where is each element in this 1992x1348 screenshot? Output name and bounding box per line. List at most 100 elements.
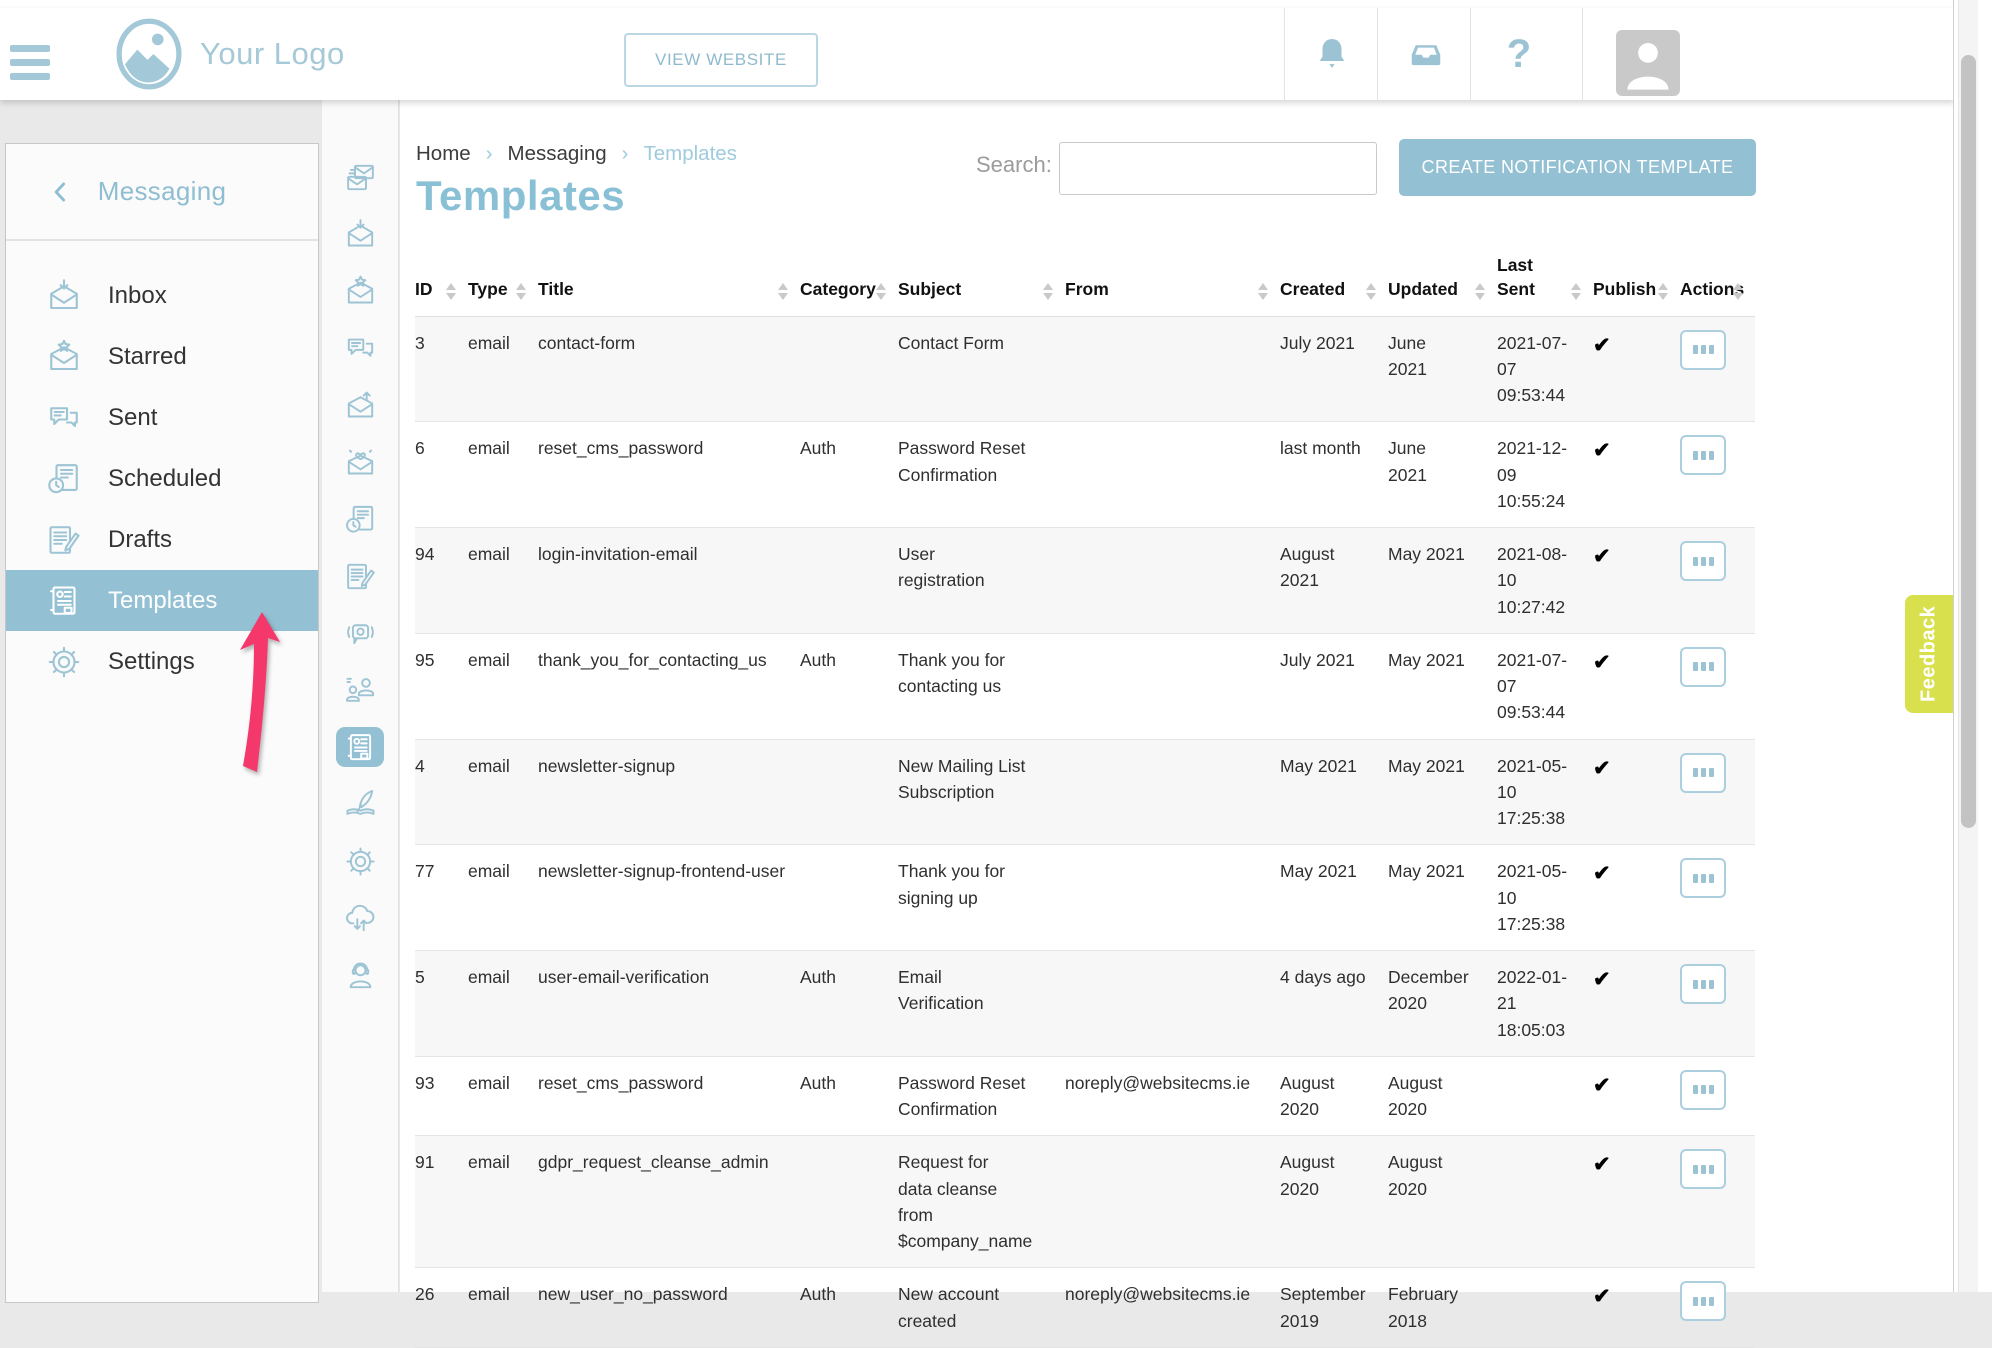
header-divider	[1582, 8, 1583, 100]
mail-inbox-icon	[46, 278, 82, 314]
sidebar-item-inbox[interactable]: Inbox	[6, 265, 318, 326]
ellipsis-icon	[1693, 980, 1698, 989]
row-actions-button[interactable]	[1680, 541, 1726, 581]
search-input[interactable]	[1059, 142, 1377, 195]
cell-type: email	[468, 316, 538, 422]
strip-mail-heart-icon[interactable]	[336, 442, 384, 482]
strip-cloud-sync-icon[interactable]	[336, 898, 384, 938]
cell-category: Auth	[800, 1056, 898, 1136]
app-logo[interactable]: Your Logo	[114, 16, 345, 92]
row-actions-button[interactable]	[1680, 330, 1726, 370]
strip-mail-inbox-icon[interactable]	[336, 214, 384, 254]
ellipsis-icon	[1701, 1085, 1706, 1094]
bell-icon	[1313, 35, 1351, 73]
support-person-icon	[344, 959, 377, 992]
strip-people-icon[interactable]	[336, 670, 384, 710]
strip-document-pen-icon[interactable]	[336, 556, 384, 596]
strip-newspaper-icon[interactable]	[336, 727, 384, 767]
ellipsis-icon	[1709, 1085, 1714, 1094]
back-button[interactable]	[48, 144, 74, 239]
view-website-button[interactable]: VIEW WEBSITE	[624, 33, 818, 87]
column-header-actions[interactable]: Actions	[1680, 246, 1755, 316]
column-header-updated[interactable]: Updated	[1388, 246, 1497, 316]
document-pen-icon	[344, 560, 377, 593]
breadcrumb-item-messaging[interactable]: Messaging	[508, 142, 607, 166]
cell-publish: ✔	[1593, 739, 1680, 845]
sidebar-header: Messaging	[6, 144, 318, 241]
header-divider	[1377, 8, 1378, 100]
ellipsis-icon	[1701, 1297, 1706, 1306]
ellipsis-icon	[1693, 662, 1698, 671]
header-divider	[1470, 8, 1471, 100]
cell-subject: Email Verification	[898, 951, 1065, 1057]
sidebar-item-sent[interactable]: Sent	[6, 387, 318, 448]
row-actions-button[interactable]	[1680, 1149, 1726, 1189]
feedback-tab[interactable]: Feedback	[1905, 595, 1953, 713]
create-notification-template-button[interactable]: CREATE NOTIFICATION TEMPLATE	[1399, 139, 1756, 196]
strip-camera-chat-icon[interactable]	[336, 613, 384, 653]
publish-check-icon: ✔	[1593, 968, 1611, 991]
cell-from	[1065, 316, 1280, 422]
strip-quill-book-icon[interactable]	[336, 784, 384, 824]
breadcrumb-item-home[interactable]: Home	[416, 142, 471, 166]
column-header-type[interactable]: Type	[468, 246, 538, 316]
strip-document-clock-icon[interactable]	[336, 499, 384, 539]
cell-updated: August 2020	[1388, 1056, 1497, 1136]
hamburger-menu-icon[interactable]	[10, 45, 54, 87]
ellipsis-icon	[1709, 557, 1714, 566]
sort-arrows-icon	[1571, 283, 1581, 300]
sidebar-item-starred[interactable]: Starred	[6, 326, 318, 387]
strip-mail-multi-icon[interactable]	[336, 157, 384, 197]
cell-updated: June 2021	[1388, 316, 1497, 422]
cell-from	[1065, 739, 1280, 845]
sidebar-item-label: Starred	[108, 343, 187, 371]
sidebar-item-scheduled[interactable]: Scheduled	[6, 448, 318, 509]
row-actions-button[interactable]	[1680, 858, 1726, 898]
column-header-publish[interactable]: Publish	[1593, 246, 1680, 316]
cell-type: email	[468, 633, 538, 739]
user-avatar[interactable]	[1616, 30, 1680, 96]
table-row-77: 77emailnewsletter-signup-frontend-userTh…	[415, 845, 1755, 951]
cell-type: email	[468, 845, 538, 951]
column-label: Subject	[898, 279, 961, 299]
cell-id: 91	[415, 1136, 468, 1268]
row-actions-button[interactable]	[1680, 1281, 1726, 1321]
sidebar-item-label: Templates	[108, 587, 217, 615]
strip-support-person-icon[interactable]	[336, 955, 384, 995]
cell-title: gdpr_request_cleanse_admin	[538, 1136, 800, 1268]
cell-actions	[1680, 528, 1755, 634]
help-button[interactable]: ?	[1491, 8, 1547, 100]
row-actions-button[interactable]	[1680, 1070, 1726, 1110]
cell-last_sent: 2021-08-10 10:27:42	[1497, 528, 1593, 634]
cell-id: 3	[415, 316, 468, 422]
inbox-tray-button[interactable]	[1398, 8, 1454, 100]
row-actions-button[interactable]	[1680, 435, 1726, 475]
notifications-button[interactable]	[1304, 8, 1360, 100]
strip-mail-send-icon[interactable]	[336, 385, 384, 425]
ellipsis-icon	[1701, 345, 1706, 354]
column-header-id[interactable]: ID	[415, 246, 468, 316]
breadcrumb-item-templates[interactable]: Templates	[643, 142, 736, 166]
strip-mail-star-icon[interactable]	[336, 271, 384, 311]
strip-gear-icon[interactable]	[336, 841, 384, 881]
row-actions-button[interactable]	[1680, 753, 1726, 793]
header-divider	[1284, 8, 1285, 100]
column-header-subject[interactable]: Subject	[898, 246, 1065, 316]
cell-subject: Password Reset Confirmation	[898, 1056, 1065, 1136]
scrollbar-thumb[interactable]	[1961, 55, 1976, 828]
row-actions-button[interactable]	[1680, 964, 1726, 1004]
column-header-category[interactable]: Category	[800, 246, 898, 316]
publish-check-icon: ✔	[1593, 862, 1611, 885]
ellipsis-icon	[1709, 980, 1714, 989]
sidebar-item-drafts[interactable]: Drafts	[6, 509, 318, 570]
cell-actions	[1680, 739, 1755, 845]
column-header-from[interactable]: From	[1065, 246, 1280, 316]
ellipsis-icon	[1709, 768, 1714, 777]
strip-chat-bubbles-icon[interactable]	[336, 328, 384, 368]
column-header-created[interactable]: Created	[1280, 246, 1388, 316]
column-header-title[interactable]: Title	[538, 246, 800, 316]
sidebar-item-label: Drafts	[108, 526, 172, 554]
row-actions-button[interactable]	[1680, 647, 1726, 687]
cell-from	[1065, 1136, 1280, 1268]
column-header-last-sent[interactable]: Last Sent	[1497, 246, 1593, 316]
